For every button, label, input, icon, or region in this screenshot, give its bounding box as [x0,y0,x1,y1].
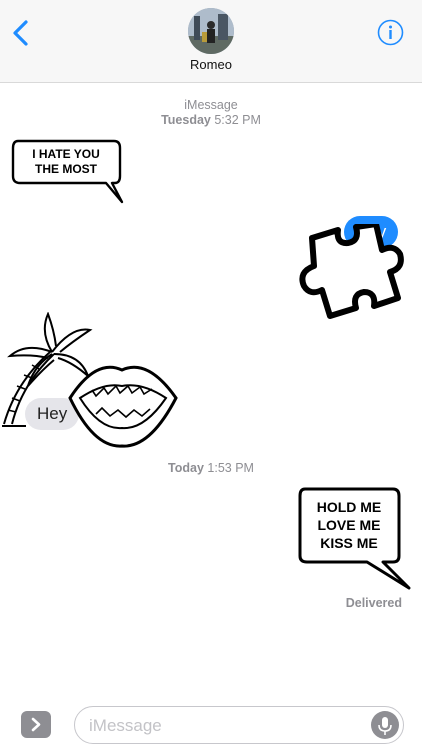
sticker-hate-line1: I HATE YOU [32,147,100,161]
sticker-hold-line2: LOVE ME [317,517,380,533]
message-input[interactable]: iMessage [74,706,404,744]
speech-bubble-sticker: I HATE YOU THE MOST [11,139,124,204]
info-icon [377,19,404,46]
sticker-hold-me[interactable]: HOLD ME LOVE ME KISS ME [297,486,415,597]
avatar-photo [188,8,234,54]
microphone-icon [378,717,392,735]
conversation-service-label: iMessage [184,98,238,112]
app-drawer-button[interactable] [21,711,51,738]
info-button[interactable] [377,19,404,46]
timestamp-today: Today 1:53 PM [168,461,254,475]
sticker-i-hate-you[interactable]: I HATE YOU THE MOST [10,138,130,213]
timestamp-tuesday: Tuesday 5:32 PM [161,113,261,127]
message-input-placeholder: iMessage [89,716,162,735]
sticker-lips[interactable] [66,356,180,455]
incoming-message-text: Hey [37,404,68,423]
delivery-status: Delivered [345,596,402,610]
contact-avatar[interactable] [188,8,234,54]
sticker-puzzle-piece[interactable] [294,221,414,329]
sticker-hold-line3: KISS ME [320,535,378,551]
apps-chevron-icon [31,717,41,732]
conversation-header: Romeo [0,0,422,83]
sticker-hold-line1: HOLD ME [317,499,382,515]
sticker-hate-line2: THE MOST [35,162,98,176]
lips-icon [68,365,178,448]
back-button[interactable] [8,16,36,50]
chevron-left-icon [13,20,28,46]
speech-bubble-sticker: HOLD ME LOVE ME KISS ME [298,487,411,590]
dictation-button[interactable] [371,711,399,739]
puzzle-piece-icon [299,221,404,319]
contact-name[interactable]: Romeo [0,57,422,72]
